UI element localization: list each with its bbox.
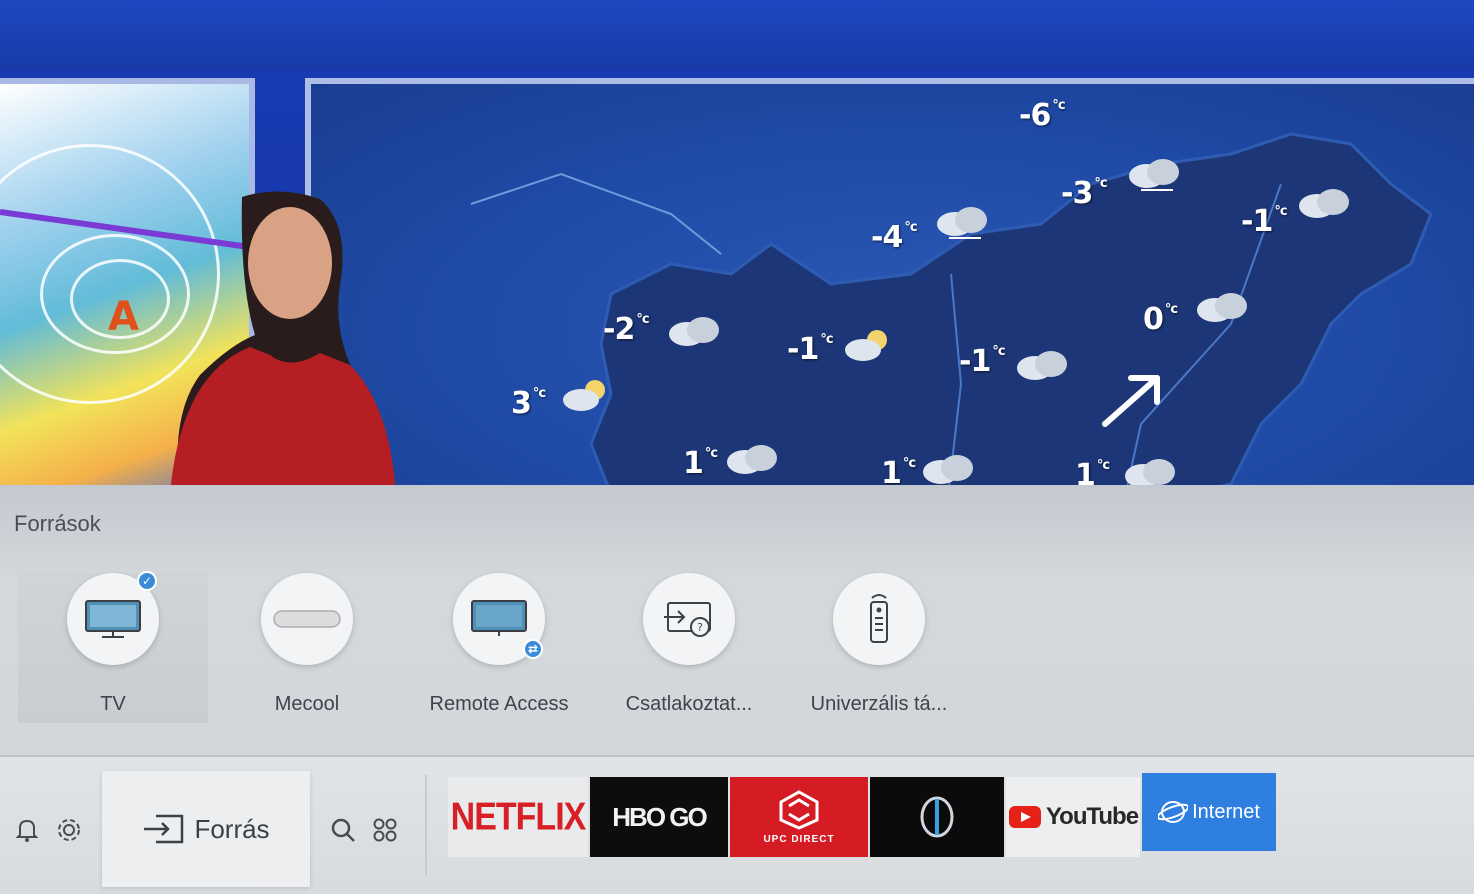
remote-access-icon [471,600,527,636]
app-tile-unknown[interactable] [870,777,1004,857]
app-tile-youtube[interactable]: YouTube [1006,777,1140,857]
temperature-label: -1 °c [787,332,834,367]
app-tile-internet[interactable]: Internet [1142,773,1276,851]
temperature-label: 1 °c [683,446,718,481]
source-label: Remote Access [429,693,569,715]
source-item-universal-remote[interactable]: Univerzális tá... [784,573,974,723]
studio-background [0,0,1474,70]
source-button[interactable]: Forrás [102,771,310,887]
bar-divider [425,775,427,875]
sun-cloud-icon [563,380,605,411]
cloud-icon [727,445,777,474]
wind-arrow-icon [1102,375,1160,427]
hbo-go-logo: HBO GO [612,801,707,832]
sources-title: Források [14,511,101,536]
netflix-logo: NETFLIX [450,794,587,839]
sources-panel: Források ✓ TV Mecool ⇄ Remote Access ? C… [0,485,1474,755]
source-label: Mecool [274,693,340,715]
source-label: Univerzális tá... [810,693,948,715]
temperature-label: 0 °c [1143,302,1178,337]
app-logo-icon [920,796,954,838]
universal-remote-icon [870,594,888,643]
temperature-label: 3 °c [511,386,546,421]
country-map-shape [470,132,1433,490]
source-item-connection-guide[interactable]: ? Csatlakoztat... [594,573,784,723]
set-top-box-icon [273,610,341,628]
cloud-icon [669,317,719,346]
upc-logo-icon [779,789,819,830]
source-input-icon [144,814,184,844]
snow-cloud-icon [937,207,987,239]
snow-cloud-icon [1129,159,1179,191]
river-line [470,172,722,255]
source-item-mecool[interactable]: Mecool [212,573,402,723]
source-tile [833,573,925,665]
cloud-icon [1299,189,1349,218]
temperature-label: -6 °c [1019,98,1066,133]
app-tile-netflix[interactable]: NETFLIX [448,777,588,857]
app-tile-upc-direct[interactable]: UPC DIRECT [730,777,868,857]
search-icon[interactable] [326,813,360,847]
source-label: TV [100,693,126,715]
app-tile-hbo-go[interactable]: HBO GO [590,777,728,857]
source-item-remote-access[interactable]: ⇄ Remote Access [404,573,594,723]
presenter-figure [170,191,396,490]
temperature-label: -3 °c [1061,176,1108,211]
internet-globe-icon [1158,801,1189,823]
source-button-label: Forrás [194,813,270,844]
connection-guide-icon: ? [664,602,711,637]
internet-label: Internet [1192,800,1260,823]
youtube-play-icon [1008,806,1041,828]
source-label: Csatlakoztat... [625,693,753,715]
svg-text:?: ? [697,621,703,634]
source-item-tv[interactable]: ✓ TV [18,571,208,723]
source-tile: ✓ [67,571,159,665]
source-tile: ? [643,573,735,665]
temperature-label: -2 °c [603,312,650,347]
network-badge-icon: ⇄ [523,639,543,659]
temperature-label: -1 °c [959,344,1006,379]
snow-cloud-icon [1197,293,1247,322]
youtube-label: YouTube [1045,803,1139,830]
apps-grid-icon[interactable] [368,813,402,847]
smart-hub-bar: Forrás NETFLIX HBO GO UPC DIRECT YouTube [0,755,1474,894]
settings-gear-icon[interactable] [52,813,86,847]
tv-broadcast-video: A -6 °c -3 °c -1 °c -4 °c 0 °c -2 °c -1 °c -1 °c… [0,0,1474,490]
cloud-icon [1017,351,1067,380]
temperature-label: -1 °c [1241,204,1288,239]
source-tile [261,573,353,665]
selected-check-icon: ✓ [137,571,157,591]
cloud-icon [923,455,973,484]
notification-bell-icon[interactable] [10,813,44,847]
sun-cloud-icon [845,330,887,361]
tv-icon [85,600,141,638]
temperature-label: -4 °c [871,220,918,255]
weather-map-screen: -6 °c -3 °c -1 °c -4 °c 0 °c -2 °c -1 °c -1 °c 3… [305,78,1474,490]
source-tile: ⇄ [453,573,545,665]
pressure-label: A [108,294,139,340]
upc-label: UPC DIRECT [763,833,835,845]
